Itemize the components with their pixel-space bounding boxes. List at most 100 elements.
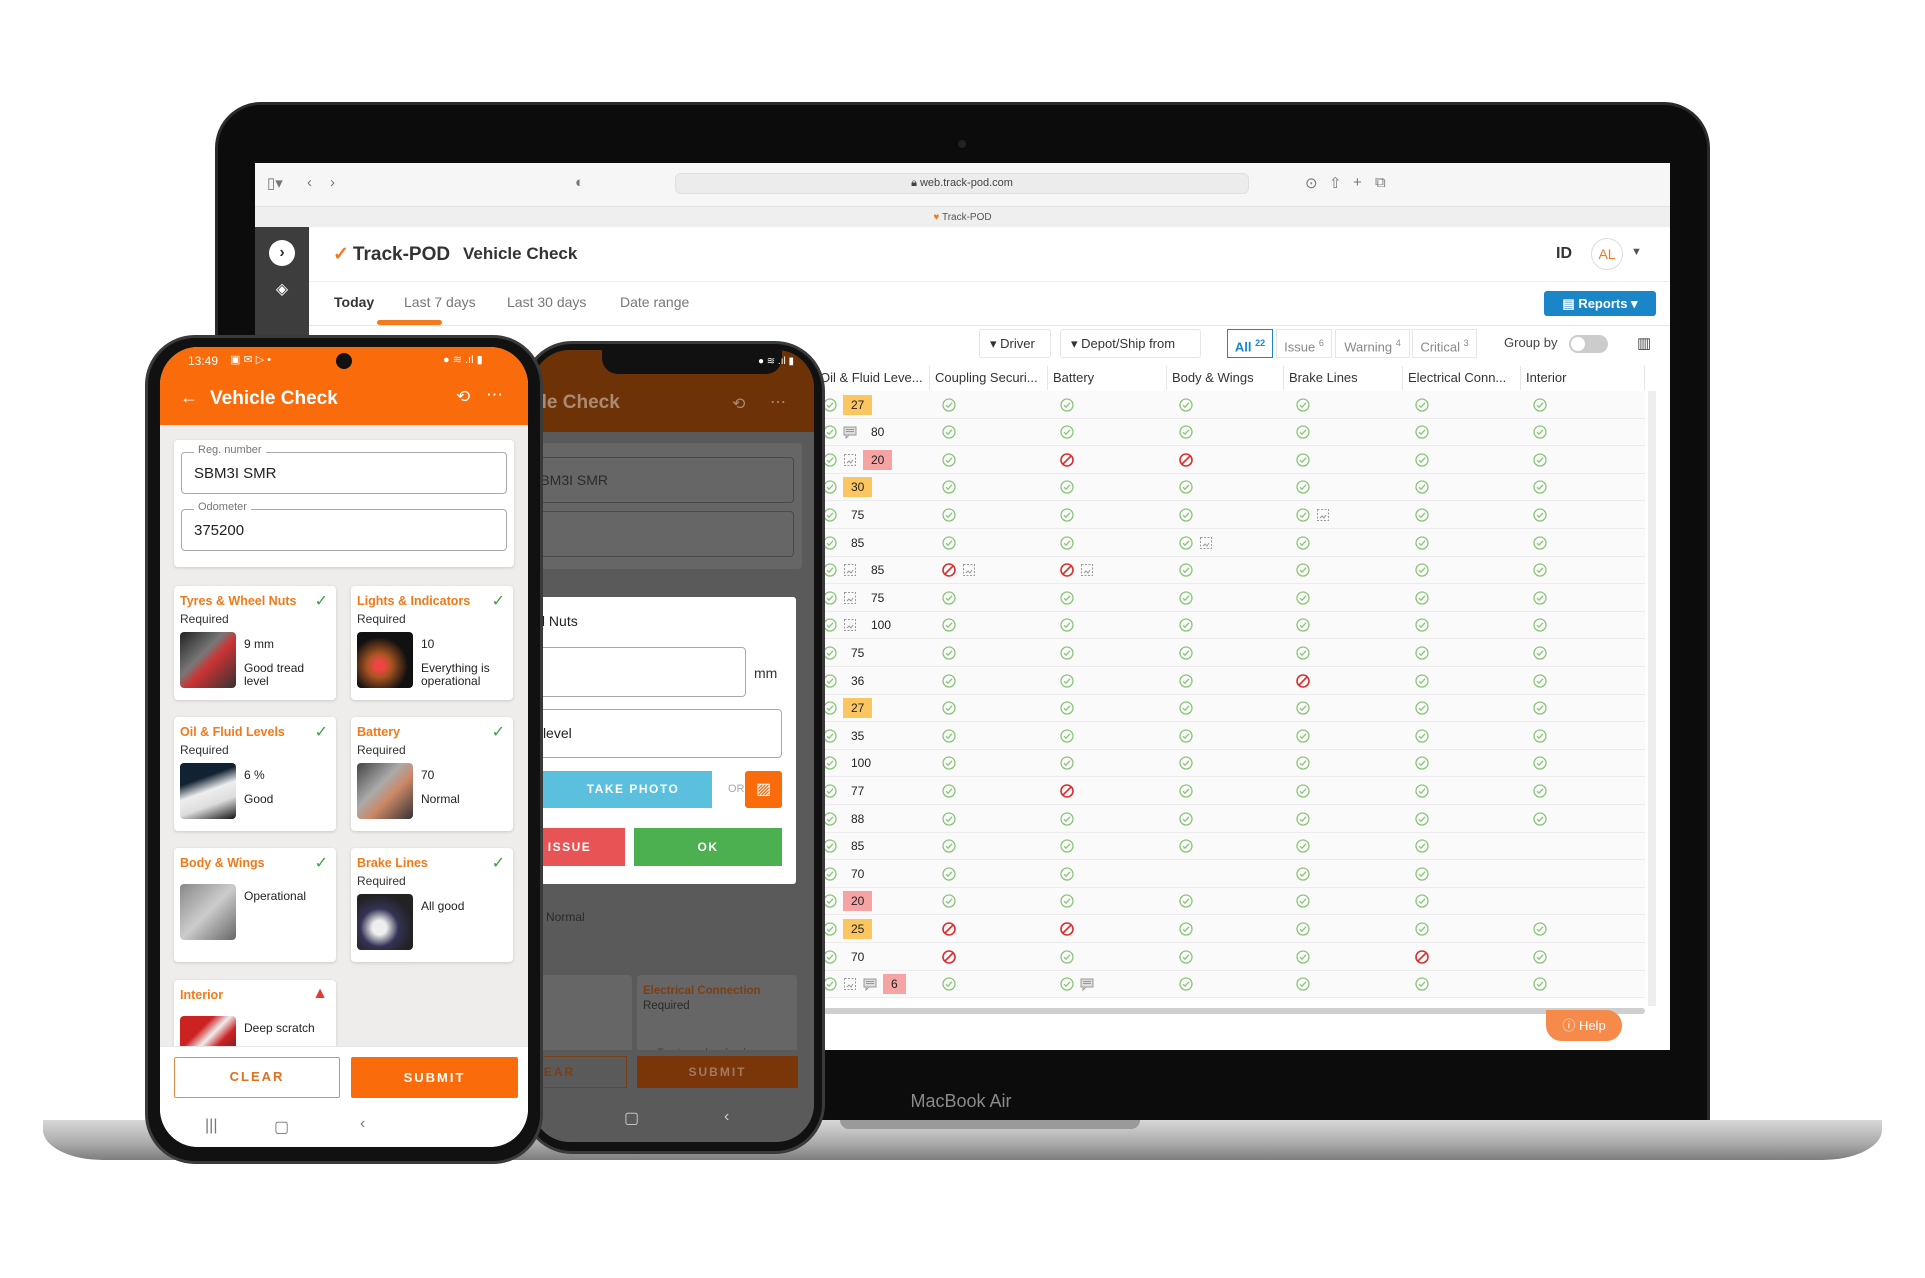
tab-date-range[interactable]: Date range (620, 294, 689, 310)
table-row[interactable]: 80 (815, 418, 1645, 447)
table-row[interactable]: 35 (815, 722, 1645, 750)
table-row[interactable]: 6 (815, 970, 1645, 999)
table-row[interactable]: 85 (815, 529, 1645, 557)
check-card[interactable]: Lights & Indicators ✓ Required 10 Everyt… (351, 586, 513, 700)
group-by-toggle[interactable] (1569, 335, 1608, 353)
photo-icon[interactable] (843, 977, 857, 991)
measurement-input[interactable] (532, 647, 746, 697)
back-clear-button[interactable]: CLEAR (532, 1056, 627, 1088)
ok-button[interactable]: OK (634, 828, 782, 866)
submit-button[interactable]: SUBMIT (351, 1057, 518, 1098)
photo-icon[interactable] (1316, 508, 1330, 522)
table-row[interactable]: 85 (815, 556, 1645, 585)
route-icon[interactable]: ◈ (269, 277, 295, 303)
photo-icon[interactable] (962, 563, 976, 577)
card-photo[interactable] (180, 884, 236, 940)
tab-today[interactable]: Today (334, 294, 374, 310)
table-row[interactable]: 77 (815, 777, 1645, 805)
reg-number-field[interactable]: Reg. number SBM3I SMR (181, 444, 507, 494)
forward-icon[interactable]: › (330, 174, 335, 191)
home-icon[interactable]: ▢ (624, 1108, 639, 1128)
table-row[interactable]: 85 (815, 832, 1645, 861)
avatar[interactable]: AL (1591, 238, 1623, 270)
comment-icon[interactable] (843, 425, 857, 440)
check-card[interactable]: Body & Wings ✓ Operational (174, 848, 336, 962)
table-row[interactable]: 75 (815, 501, 1645, 529)
home-icon[interactable]: ▢ (274, 1117, 289, 1137)
photo-icon[interactable] (1080, 563, 1094, 577)
back-icon[interactable]: ‹ (307, 174, 312, 191)
segment-all[interactable]: All 22 (1227, 329, 1273, 358)
table-row[interactable]: 30 (815, 473, 1645, 502)
photo-icon[interactable] (843, 453, 857, 467)
back-nav-icon[interactable]: ‹ (360, 1115, 365, 1133)
tabs-icon[interactable]: ⧉ (1375, 174, 1386, 191)
new-tab-icon[interactable]: + (1353, 174, 1362, 191)
table-row[interactable]: 70 (815, 943, 1645, 971)
card-photo[interactable] (180, 632, 236, 688)
table-row[interactable]: 75 (815, 639, 1645, 667)
comment-icon[interactable] (1080, 977, 1094, 992)
column-header[interactable]: Battery (1048, 366, 1167, 390)
take-photo-button[interactable]: TAKE PHOTO (532, 771, 712, 808)
column-header[interactable]: Oil & Fluid Leve... (815, 366, 930, 390)
table-row[interactable]: 27 (815, 694, 1645, 723)
table-row[interactable]: 20 (815, 446, 1645, 474)
history-icon[interactable]: ⟲ (732, 394, 745, 414)
back-arrow-icon[interactable]: ← (180, 387, 198, 408)
table-row[interactable]: 100 (815, 611, 1645, 640)
column-header[interactable]: Body & Wings (1167, 366, 1284, 390)
depot-filter[interactable]: ▾ Depot/Ship from (1060, 329, 1201, 358)
column-header[interactable]: Coupling Securi... (930, 366, 1048, 390)
horizontal-scrollbar[interactable] (820, 1008, 1645, 1014)
segment-warning[interactable]: Warning 4 (1335, 329, 1410, 358)
check-card[interactable]: Oil & Fluid Levels ✓ Required 6 % Good (174, 717, 336, 831)
table-row[interactable]: 88 (815, 805, 1645, 833)
table-row[interactable]: 36 (815, 667, 1645, 695)
card-photo[interactable] (180, 763, 236, 819)
comment-icon[interactable] (863, 977, 877, 992)
check-card[interactable]: Battery ✓ Required 70 Normal (351, 717, 513, 831)
table-row[interactable]: 100 (815, 749, 1645, 778)
column-header[interactable]: Brake Lines (1284, 366, 1403, 390)
card-photo[interactable] (357, 894, 413, 950)
table-row[interactable]: 75 (815, 584, 1645, 612)
vertical-scrollbar[interactable] (1648, 391, 1656, 1006)
table-row[interactable]: 25 (815, 915, 1645, 943)
column-header[interactable]: Interior (1521, 366, 1645, 390)
history-icon[interactable]: ⟲ (456, 387, 470, 407)
photo-icon[interactable] (843, 591, 857, 605)
back-nav-icon[interactable]: ‹ (724, 1108, 729, 1126)
browser-tab[interactable]: ♥ Track-POD (255, 206, 1670, 227)
tab-last-30-days[interactable]: Last 30 days (507, 294, 586, 310)
reports-button[interactable]: ▤ Reports ▾ (1544, 291, 1656, 316)
add-image-icon[interactable]: ▨ (745, 771, 782, 808)
table-row[interactable]: 20 (815, 887, 1645, 916)
share-icon[interactable]: ⇧ (1329, 174, 1342, 192)
segment-critical[interactable]: Critical 3 (1412, 329, 1477, 358)
photo-icon[interactable] (1199, 536, 1213, 550)
clear-button[interactable]: CLEAR (174, 1057, 340, 1098)
photo-icon[interactable] (843, 618, 857, 632)
help-button[interactable]: ⓘ Help (1546, 1010, 1622, 1041)
odometer-field[interactable]: Odometer 375200 (181, 501, 507, 551)
card-photo[interactable] (357, 632, 413, 688)
more-icon[interactable]: ⋯ (486, 385, 503, 405)
sidebar-toggle-icon[interactable]: ▯▾ (267, 174, 283, 192)
back-submit-button[interactable]: SUBMIT (637, 1056, 798, 1088)
recent-apps-icon[interactable]: ||| (205, 1117, 217, 1135)
comment-input[interactable]: Good tread level (532, 709, 782, 758)
issue-button[interactable]: ISSUE (532, 828, 625, 866)
check-card[interactable]: Tyres & Wheel Nuts ✓ Required 9 mm Good … (174, 586, 336, 700)
table-row[interactable]: 70 (815, 860, 1645, 888)
more-icon[interactable]: ⋯ (770, 392, 786, 412)
table-row[interactable]: 27 (815, 391, 1645, 419)
tab-last-7-days[interactable]: Last 7 days (404, 294, 476, 310)
url-bar[interactable]: 🔒︎ web.track-pod.com (675, 173, 1249, 194)
driver-filter[interactable]: ▾ Driver (979, 329, 1051, 358)
download-icon[interactable]: ⊙ (1305, 174, 1318, 192)
segment-issue[interactable]: Issue 6 (1276, 329, 1332, 358)
chevron-down-icon[interactable]: ▼ (1631, 246, 1642, 258)
column-header[interactable]: Electrical Conn... (1403, 366, 1521, 390)
card-photo[interactable] (357, 763, 413, 819)
